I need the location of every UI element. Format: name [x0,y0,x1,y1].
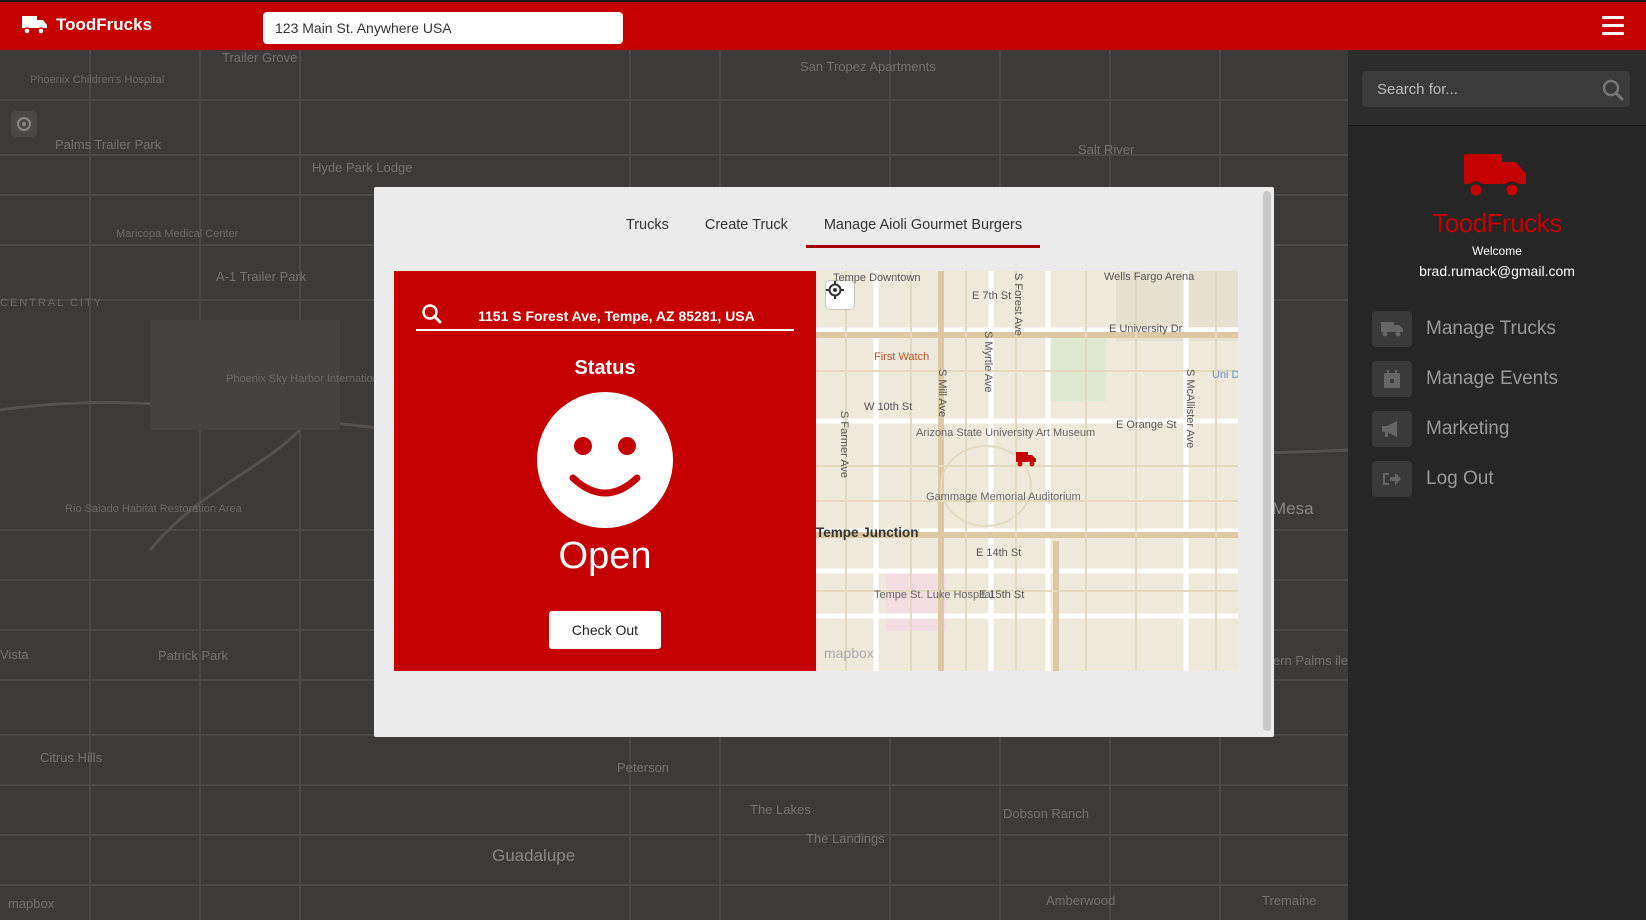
tab-create-truck[interactable]: Create Truck [687,217,806,248]
map-label: A-1 Trailer Park [216,269,307,284]
modal-tabs: Trucks Create Truck Manage Aioli Gourmet… [374,217,1274,248]
welcome-text: Welcome [1472,244,1522,258]
map-label: The Landings [806,831,885,846]
poi-first-watch[interactable]: First Watch [874,351,929,363]
sidebar-item-label: Manage Events [1426,368,1559,389]
truck-icon [22,16,47,35]
brand-logo[interactable]: ToodFrucks [22,14,152,36]
map-label: Patrick Park [158,648,229,663]
brand-name: ToodFrucks [56,15,153,34]
map-label: Hyde Park Lodge [312,160,413,175]
map-label: Tremaine [1262,893,1317,908]
map-label: Tempe Downtown [833,272,921,284]
map-attribution: mapbox [8,896,55,911]
sidebar-item-manage-events[interactable]: Manage Events [1372,354,1558,404]
map-label: S McAllister Ave [1184,369,1196,449]
megaphone-icon [1372,411,1412,447]
map-label: Rio Salado Habitat Restoration Area [65,503,242,515]
sidebar-item-logout[interactable]: Log Out [1372,454,1558,504]
map-label: The Lakes [750,802,811,817]
map-locate-button[interactable] [826,281,854,309]
address-input[interactable] [263,12,623,44]
sidebar-item-label: Marketing [1426,418,1510,439]
map-label: E University Dr [1109,323,1183,335]
sidebar-item-marketing[interactable]: Marketing [1372,404,1558,454]
map-label: S Myrtle Ave [982,331,994,393]
tab-trucks[interactable]: Trucks [608,217,687,248]
status-value: Open [558,535,652,577]
map-label: Palms Trailer Park [55,137,162,152]
status-title: Status [574,357,636,379]
map-label: E 14th St [976,547,1022,559]
truck-marker-icon[interactable] [1016,451,1036,467]
map-label: E Orange St [1116,419,1177,431]
map-label: Mesa [1272,499,1314,518]
search-icon [422,304,442,324]
sidebar-item-label: Log Out [1426,468,1494,489]
map-label: S Farmer Ave [838,411,850,479]
sidebar-item-label: Manage Trucks [1426,318,1556,339]
map-label: Phoenix Sky Harbor International Airport [226,373,423,385]
sidebar: ToodFrucks Welcome brad.rumack@gmail.com… [1348,50,1646,920]
sidebar-brand-name: ToodFrucks [1432,208,1562,238]
map-label: S Mill Ave [936,369,948,418]
location-value: 1151 S Forest Ave, Tempe, AZ 85281, USA [478,308,755,324]
check-out-button[interactable]: Check Out [549,611,661,649]
sidebar-search-bar [1348,50,1646,126]
poi-gammage[interactable]: Gammage Memorial Auditorium [926,491,1081,503]
map-label: Vista [0,647,29,662]
map-label: Phoenix Children's Hospital [30,74,165,86]
calendar-icon [1372,361,1412,397]
map-label: Wells Fargo Arena [1104,271,1195,283]
map-label: Tempe Junction [816,525,919,540]
map-label: Dobson Ranch [1003,806,1089,821]
sidebar-menu: Manage Trucks Manage Events Marketing Lo… [1372,304,1558,504]
map-label: Citrus Hills [40,750,103,765]
search-icon[interactable] [1602,79,1624,101]
hamburger-menu-icon[interactable] [1602,16,1624,36]
map-label: Guadalupe [492,846,576,865]
map-attribution: mapbox [824,645,874,661]
truck-icon [1372,311,1412,347]
map-label: W 10th St [864,401,913,413]
crosshair-icon [17,117,31,131]
user-email: brad.rumack@gmail.com [1419,263,1575,279]
truck-logo-icon [1464,154,1526,199]
sidebar-search-input[interactable] [1362,71,1630,107]
tab-manage-truck[interactable]: Manage Aioli Gourmet Burgers [805,217,1041,248]
modal-scrollbar[interactable] [1263,191,1271,731]
top-navbar: ToodFrucks [0,0,1646,50]
location-search-field[interactable]: 1151 S Forest Ave, Tempe, AZ 85281, USA [416,303,794,331]
map-label: Salt River [1078,142,1135,157]
status-panel: 1151 S Forest Ave, Tempe, AZ 85281, USA … [394,271,816,671]
map-label: ern Palms iler Park [1273,653,1348,668]
background-locate-button[interactable] [11,111,37,137]
poi-asu-art-museum[interactable]: Arizona State University Art Museum [916,427,1095,439]
map-label: Peterson [617,760,670,775]
map-label: Maricopa Medical Center [116,228,239,240]
smiley-face-icon[interactable] [537,392,673,528]
logout-icon [1372,461,1412,497]
sidebar-item-manage-trucks[interactable]: Manage Trucks [1372,304,1558,354]
map-label: San Tropez Apartments [800,59,936,74]
map-label: CENTRAL CITY [0,297,104,309]
manage-truck-modal: Trucks Create Truck Manage Aioli Gourmet… [374,187,1274,737]
map-label: Amberwood [1046,893,1116,908]
map-label: S Forest Ave [1012,273,1024,336]
map-label: E 7th St [972,290,1012,302]
truck-location-map[interactable]: Tempe Downtown Wells Fargo Arena E 7th S… [816,271,1238,671]
poi-st-luke-hospital[interactable]: Tempe St. Luke Hospital [874,589,993,601]
map-label: Trailer Grove [222,50,298,65]
map-label: Uni Dr / I [1212,369,1238,381]
